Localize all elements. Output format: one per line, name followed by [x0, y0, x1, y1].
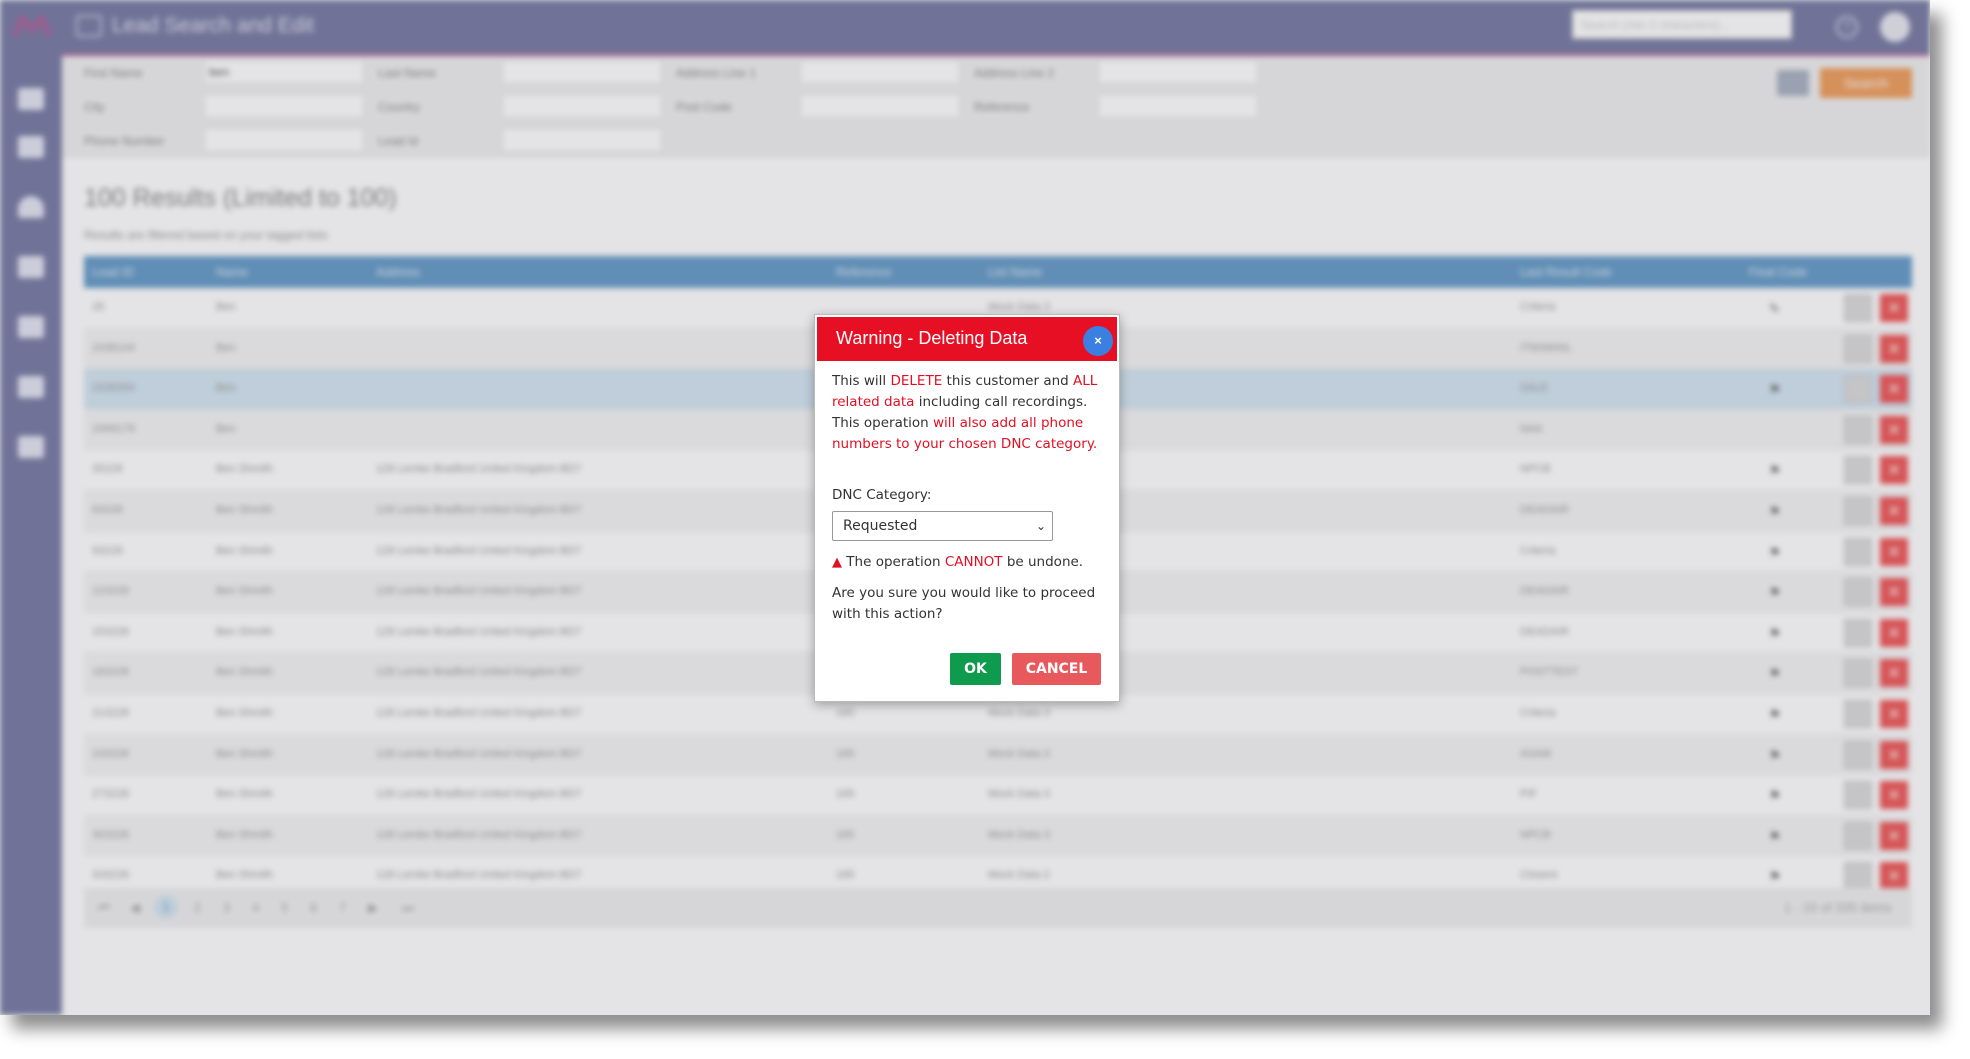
dnc-category-select[interactable]: Requested ⌄ — [832, 511, 1053, 541]
dnc-selected-value: Requested — [843, 518, 918, 534]
confirm-question: Are you sure you would like to proceed w… — [832, 585, 1096, 622]
app-window: Lead Search and Edit Search (min 3 chara… — [0, 0, 1930, 1015]
msg-text-1: This will — [832, 373, 891, 389]
chevron-down-icon: ⌄ — [1035, 519, 1046, 533]
warning-icon: ▲ — [832, 555, 842, 570]
warn-cannot: CANNOT — [944, 554, 1003, 570]
ok-button[interactable]: OK — [950, 653, 1001, 685]
undo-warning: ▲ The operation CANNOT be undone. — [832, 554, 1083, 570]
dialog-message: This will DELETE this customer and ALL r… — [832, 371, 1106, 455]
dialog-header: Warning - Deleting Data × — [817, 317, 1117, 361]
warn-text-2: be undone. — [1002, 554, 1084, 570]
msg-delete: DELETE — [890, 373, 943, 389]
delete-warning-dialog: Warning - Deleting Data × This will DELE… — [814, 314, 1120, 702]
msg-text-2: this customer and — [942, 373, 1074, 389]
dnc-category-label: DNC Category: — [832, 487, 932, 503]
cancel-button[interactable]: CANCEL — [1012, 653, 1101, 685]
dialog-title: Warning - Deleting Data — [836, 328, 1028, 348]
close-button[interactable]: × — [1083, 326, 1113, 356]
warn-text-1: The operation — [842, 554, 945, 570]
